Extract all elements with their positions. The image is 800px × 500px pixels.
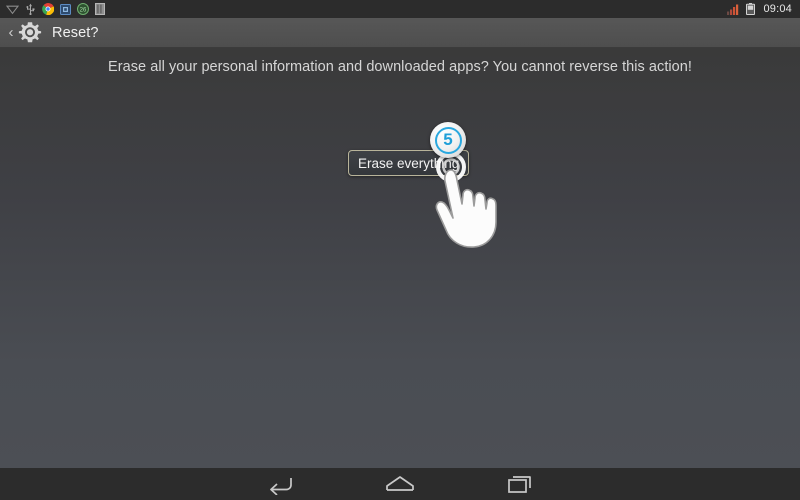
wifi-icon (5, 4, 20, 15)
status-bar[interactable]: 26 09:04 (0, 0, 800, 18)
step-badge-number: 5 (443, 130, 453, 149)
green-counter-icon: 26 (77, 3, 89, 15)
svg-text:26: 26 (80, 7, 87, 13)
blue-app-icon (60, 3, 71, 15)
step-badge-ring: 5 (434, 126, 462, 154)
step-badge: 5 (430, 122, 466, 158)
android-navigation-bar (0, 468, 800, 500)
chrome-icon (42, 3, 55, 16)
reset-confirmation-content: Erase all your personal information and … (0, 48, 800, 468)
status-bar-notification-icons: 26 (5, 0, 105, 18)
storage-icon (95, 3, 105, 15)
usb-icon (25, 3, 36, 16)
up-navigation-chevron-icon[interactable]: ‹ (5, 25, 17, 40)
android-tablet-screen: 26 09:04 ‹ Reset? Erase all your persona… (0, 0, 800, 500)
warning-message: Erase all your personal information and … (108, 59, 692, 75)
action-bar: ‹ Reset? (0, 18, 800, 48)
signal-icon (727, 4, 740, 15)
nav-home-button[interactable] (372, 468, 428, 500)
page-title: Reset? (52, 24, 99, 41)
nav-back-button[interactable] (252, 468, 308, 500)
battery-icon (746, 3, 756, 16)
settings-gear-icon[interactable] (17, 20, 43, 46)
status-bar-system-icons: 09:04 (727, 0, 794, 18)
status-bar-clock: 09:04 (763, 3, 792, 15)
nav-recent-apps-button[interactable] (492, 468, 548, 500)
